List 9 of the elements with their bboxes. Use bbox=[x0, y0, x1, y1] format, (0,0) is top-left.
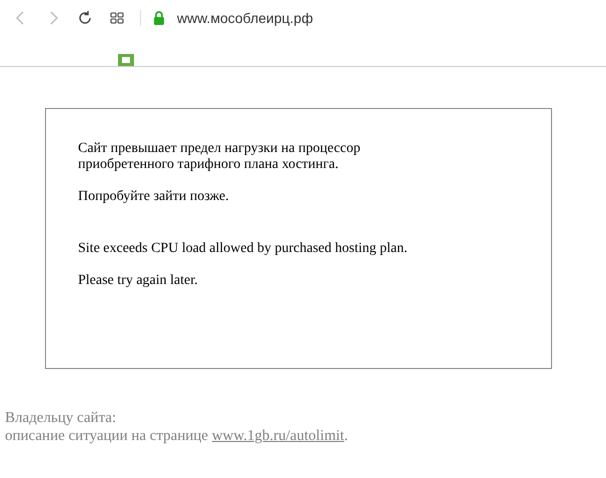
message-text: Site exceeds CPU load allowed by purchased hosting plan. bbox=[78, 241, 408, 257]
message-text: Сайт превышает предел нагрузки на процессор приобретенного тарифного плана хостинга. bbox=[78, 141, 362, 173]
message-text: Please try again later. bbox=[78, 273, 199, 289]
owner-note: описание ситуации на странице www.1gb.ru/autolimit. bbox=[5, 427, 349, 445]
bookmark-favicon-icon bbox=[118, 54, 134, 66]
message-text: Попробуйте зайти позже. bbox=[78, 189, 230, 205]
autolimit-link[interactable]: www.1gb.ru/autolimit bbox=[212, 428, 344, 444]
address-bar[interactable]: www.мособлеирц.рф bbox=[177, 10, 313, 26]
owner-heading: Владельцу сайта: bbox=[5, 409, 118, 427]
